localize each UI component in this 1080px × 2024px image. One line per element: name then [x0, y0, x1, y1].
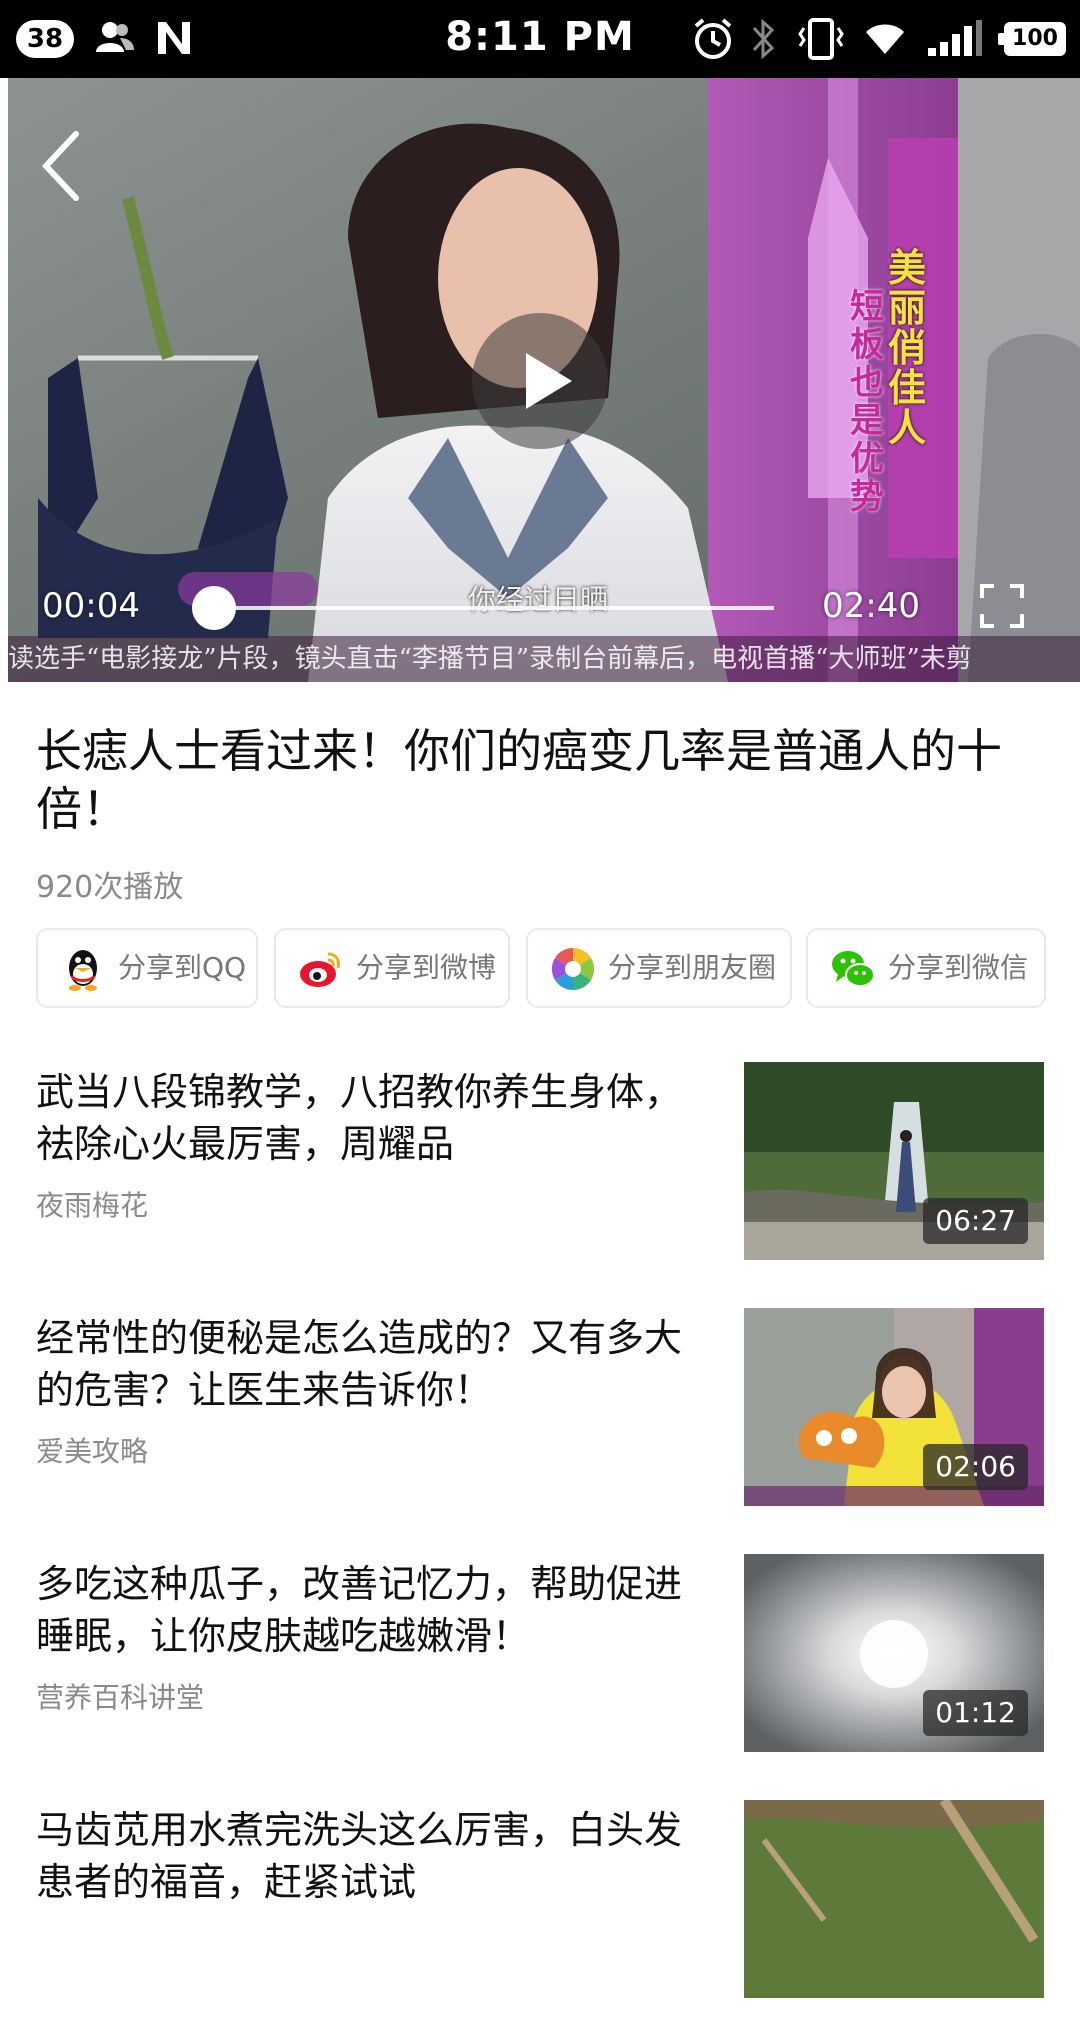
signal-icon — [928, 20, 982, 56]
list-item-title: 经常性的便秘是怎么造成的？又有多大的危害？让医生来告诉你！ — [36, 1316, 683, 1412]
video-duration: 01:12 — [923, 1690, 1028, 1736]
current-time: 00:04 — [42, 586, 140, 626]
share-wechat-label: 分享到微信 — [888, 951, 1029, 984]
video-thumbnail[interactable] — [744, 1800, 1044, 1998]
progress-bar[interactable] — [200, 606, 774, 610]
list-item[interactable]: 多吃这种瓜子，改善记忆力，帮助促进睡眠，让你皮肤越吃越嫩滑！ 营养百科讲堂 01… — [0, 1532, 1080, 1778]
video-thumbnail[interactable]: 02:06 — [744, 1308, 1044, 1506]
status-bar: 38 8:11 PM 100 — [0, 0, 1080, 78]
list-item-author: 爱美攻略 — [36, 1435, 149, 1468]
video-player[interactable]: 美丽俏佳人 短板也是优势 你经过日晒 00:04 02:40 读选手“电影接龙”… — [8, 78, 1080, 682]
wechat-icon — [832, 951, 875, 987]
video-duration: 02:06 — [923, 1444, 1028, 1490]
share-qq-button[interactable]: 分享到QQ — [36, 928, 258, 1008]
video-title: 长痣人士看过来！你们的癌变几率是普通人的十倍！ — [36, 724, 1002, 836]
list-item-title: 多吃这种瓜子，改善记忆力，帮助促进睡眠，让你皮肤越吃越嫩滑！ — [36, 1562, 683, 1658]
list-item-title: 武当八段锦教学，八招教你养生身体，祛除心火最厉害，周耀品 — [36, 1070, 683, 1166]
list-item-author: 营养百科讲堂 — [36, 1681, 205, 1714]
play-count: 920次播放 — [36, 870, 184, 905]
overlay-title-vertical-2: 短板也是优势 — [850, 287, 884, 517]
list-item[interactable]: 武当八段锦教学，八招教你养生身体，祛除心火最厉害，周耀品 夜雨梅花 06:27 — [0, 1040, 1080, 1286]
share-moments-label: 分享到朋友圈 — [608, 951, 777, 984]
list-item-author: 夜雨梅花 — [36, 1189, 149, 1222]
share-moments-button[interactable]: 分享到朋友圈 — [526, 928, 792, 1008]
list-item[interactable]: 经常性的便秘是怎么造成的？又有多大的危害？让医生来告诉你！ 爱美攻略 02:06 — [0, 1286, 1080, 1532]
video-ticker: 读选手“电影接龙”片段，镜头直击“李播节目”录制台前幕后，电视首播“大师班”未剪 — [8, 636, 1080, 682]
video-subtitle: 你经过日晒 — [468, 583, 609, 616]
video-thumbnail[interactable]: 01:12 — [744, 1554, 1044, 1752]
battery-indicator: 100 — [998, 22, 1066, 56]
overlay-title-vertical-1: 美丽俏佳人 — [888, 246, 927, 450]
moments-icon — [551, 947, 595, 991]
share-row: 分享到QQ 分享到微博 分享到朋友圈 分享到微信 — [36, 928, 1046, 1012]
fullscreen-icon[interactable] — [978, 582, 1026, 630]
vibrate-icon — [798, 18, 844, 60]
weibo-icon — [300, 952, 340, 987]
share-weibo-button[interactable]: 分享到微博 — [274, 928, 510, 1008]
back-arrow-icon[interactable] — [36, 126, 84, 206]
video-duration: 06:27 — [923, 1198, 1028, 1244]
share-qq-label: 分享到QQ — [118, 951, 247, 984]
clock: 8:11 PM — [445, 14, 635, 60]
total-time: 02:40 — [822, 586, 920, 626]
play-icon — [526, 353, 572, 409]
list-item-title: 马齿苋用水煮完洗头这么厉害，白头发患者的福音，赶紧试试 — [36, 1808, 683, 1904]
share-wechat-button[interactable]: 分享到微信 — [806, 928, 1046, 1008]
play-button[interactable] — [472, 313, 608, 449]
qq-icon — [69, 950, 97, 991]
alarm-icon — [694, 18, 732, 59]
thumbnail-image — [744, 1800, 1044, 1998]
video-thumbnail[interactable]: 06:27 — [744, 1062, 1044, 1260]
bluetooth-icon — [752, 18, 775, 60]
wifi-icon — [866, 24, 904, 54]
share-weibo-label: 分享到微博 — [356, 951, 497, 984]
list-item[interactable]: 马齿苋用水煮完洗头这么厉害，白头发患者的福音，赶紧试试 — [0, 1778, 1080, 2024]
